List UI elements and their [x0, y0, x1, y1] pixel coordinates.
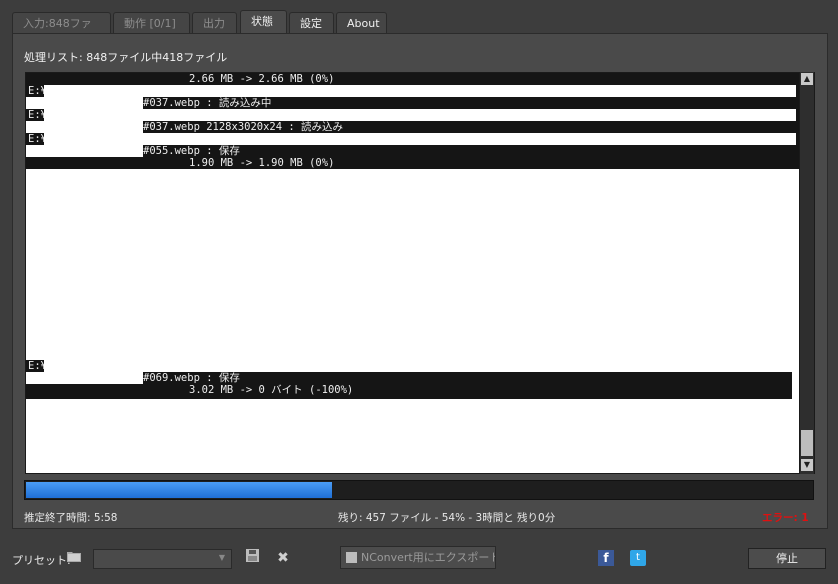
tab-status[interactable]: 状態: [240, 10, 287, 34]
log-line: 3.02 MB -> 0 バイト (-100%): [26, 384, 792, 396]
tab-bar: 入力:848ファイル 動作 [0/1] 出力 状態 設定 About: [0, 10, 838, 51]
stop-button[interactable]: 停止: [748, 548, 826, 569]
log-line: E:¥: [26, 85, 800, 97]
process-list-label: 処理リスト: 848ファイル中418ファイル: [24, 51, 228, 64]
save-icon[interactable]: [243, 549, 261, 567]
log-line: E:¥: [26, 133, 800, 145]
remaining-status: 残り: 457 ファイル - 54% - 3時間と 残り0分: [338, 512, 556, 524]
facebook-icon[interactable]: f: [598, 550, 614, 566]
estimated-end-time: 推定終了時間: 5:58: [24, 512, 118, 524]
log-line: E:¥: [26, 109, 800, 121]
tab-action[interactable]: 動作 [0/1]: [113, 12, 190, 33]
tab-output[interactable]: 出力: [192, 12, 237, 33]
tab-about[interactable]: About: [336, 12, 387, 33]
log-line: E:¥: [26, 360, 792, 372]
log-line: #069.webp : 保存: [26, 372, 792, 384]
export-label: NConvert用にエクスポート...: [361, 551, 496, 564]
twitter-icon[interactable]: t: [630, 550, 646, 566]
folder-icon[interactable]: [65, 549, 83, 567]
log-line: 1.90 MB -> 1.90 MB (0%): [26, 157, 800, 169]
progress-fill: [26, 482, 332, 498]
preset-select[interactable]: ▼: [93, 549, 232, 569]
log-line-divider: [26, 396, 792, 399]
log-line: #037.webp : 読み込み中: [26, 97, 800, 109]
export-nconvert-button[interactable]: NConvert用にエクスポート...: [340, 546, 496, 569]
progress-bar: [24, 480, 814, 500]
log-view: 2.66 MB -> 2.66 MB (0%) E:¥ #037.webp : …: [25, 72, 815, 474]
preset-label: プリセット:: [12, 554, 71, 567]
scroll-down-icon[interactable]: ▼: [801, 459, 813, 471]
log-line: #055.webp : 保存: [26, 145, 800, 157]
chevron-down-icon: ▼: [218, 553, 225, 562]
scroll-thumb[interactable]: [801, 430, 813, 456]
error-count[interactable]: エラー: 1: [762, 510, 809, 525]
close-icon[interactable]: ✖: [274, 549, 292, 567]
scroll-up-icon[interactable]: ▲: [801, 73, 813, 85]
log-line: 2.66 MB -> 2.66 MB (0%): [26, 73, 800, 85]
export-icon: [346, 552, 357, 563]
log-line: #037.webp 2128x3020x24 : 読み込み: [26, 121, 800, 133]
tab-settings[interactable]: 設定: [289, 12, 334, 33]
log-scrollbar[interactable]: ▲ ▼: [799, 72, 814, 474]
tab-input[interactable]: 入力:848ファイル: [12, 12, 111, 51]
